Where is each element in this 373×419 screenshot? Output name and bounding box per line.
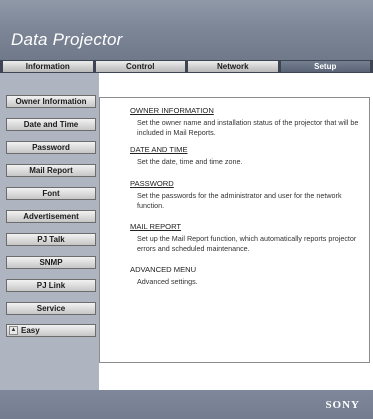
sidebar-item-password[interactable]: Password	[6, 141, 96, 154]
advanced-menu-description: Advanced settings.	[137, 277, 198, 286]
mail-report-link[interactable]: MAIL REPORT	[130, 222, 181, 231]
sidebar-item-snmp[interactable]: SNMP	[6, 256, 96, 269]
sidebar-item-pj-talk[interactable]: PJ Talk	[6, 233, 96, 246]
password-description: Set the passwords for the administrator …	[137, 191, 342, 210]
sidebar-item-mail-report[interactable]: Mail Report	[6, 164, 96, 177]
owner-information-description: Set the owner name and installation stat…	[137, 118, 359, 137]
header-banner: Data Projector	[0, 0, 373, 60]
password-link[interactable]: PASSWORD	[130, 179, 174, 188]
owner-information-link[interactable]: OWNER INFORMATION	[130, 106, 214, 115]
tab-network[interactable]: Network	[188, 61, 278, 72]
mail-report-description: Set up the Mail Report function, which a…	[137, 234, 357, 253]
chevron-up-icon: ▲	[9, 326, 18, 335]
date-and-time-description: Set the date, time and time zone.	[137, 157, 243, 166]
sidebar-item-pj-link[interactable]: PJ Link	[6, 279, 96, 292]
sidebar-item-date-and-time[interactable]: Date and Time	[6, 118, 96, 131]
tab-information[interactable]: Information	[3, 61, 93, 72]
date-and-time-link[interactable]: DATE AND TIME	[130, 145, 188, 154]
sony-logo: SONY	[325, 399, 360, 411]
sidebar-item-advertisement[interactable]: Advertisement	[6, 210, 96, 223]
sidebar-item-service[interactable]: Service	[6, 302, 96, 315]
tab-setup[interactable]: Setup	[280, 61, 370, 72]
sidebar: Owner Information Date and Time Password…	[0, 73, 99, 390]
sidebar-item-font[interactable]: Font	[6, 187, 96, 200]
page-title: Data Projector	[11, 30, 123, 49]
sidebar-item-owner-information[interactable]: Owner Information	[6, 95, 96, 108]
advanced-menu-title: ADVANCED MENU	[130, 265, 197, 274]
tab-bar: Information Control Network Setup	[0, 60, 373, 73]
easy-label: Easy	[21, 326, 40, 335]
easy-button[interactable]: ▲ Easy	[6, 324, 96, 337]
footer-bar: SONY	[0, 390, 373, 419]
tab-control[interactable]: Control	[95, 61, 185, 72]
